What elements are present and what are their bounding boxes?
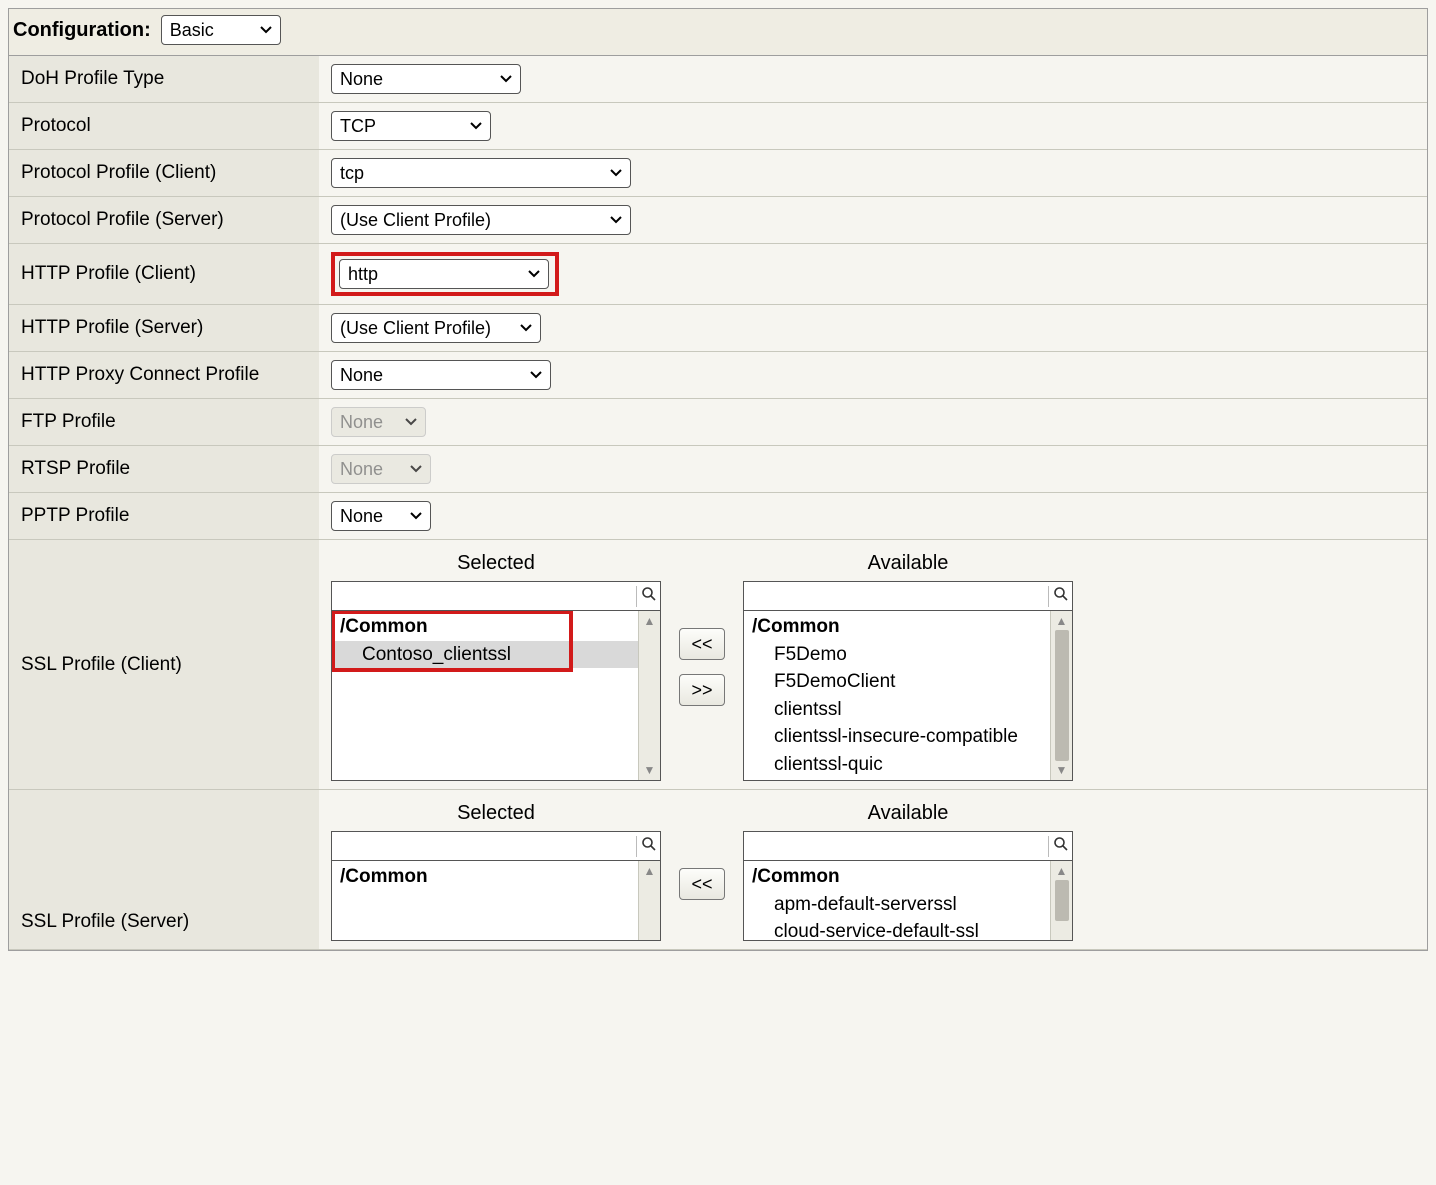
scrollbar[interactable]: ▲ ▼	[638, 861, 660, 940]
chevron-up-icon[interactable]: ▲	[1056, 614, 1068, 628]
move-left-button[interactable]: <<	[679, 868, 725, 900]
chevron-down-icon[interactable]: ▼	[1056, 763, 1068, 777]
ssl-server-available-list[interactable]: /Common apm-default-serverssl cloud-serv…	[743, 861, 1073, 941]
chevron-up-icon[interactable]: ▲	[1056, 864, 1068, 878]
rtsp-profile-select: None	[331, 454, 431, 484]
http-profile-client-highlight: http	[331, 252, 559, 296]
chevron-up-icon[interactable]: ▲	[644, 864, 656, 878]
configuration-mode-select[interactable]: Basic	[161, 15, 281, 45]
ssl-profile-client-label: SSL Profile (Client)	[9, 540, 319, 790]
http-profile-server-label: HTTP Profile (Server)	[9, 305, 319, 352]
scrollbar[interactable]: ▲ ▼	[1050, 611, 1072, 780]
list-item[interactable]: clientssl	[744, 696, 1050, 724]
list-folder: /Common	[332, 861, 638, 891]
http-profile-client-label: HTTP Profile (Client)	[9, 244, 319, 305]
selected-header: Selected	[331, 798, 661, 831]
protocol-label: Protocol	[9, 103, 319, 150]
ssl-client-selected-list[interactable]: /Common Contoso_clientssl ▲ ▼	[331, 611, 661, 781]
ssl-client-available-search[interactable]	[743, 581, 1073, 611]
ssl-server-selected-list[interactable]: /Common ▲ ▼	[331, 861, 661, 941]
protocol-select[interactable]: TCP	[331, 111, 491, 141]
ssl-client-selected-search[interactable]	[331, 581, 661, 611]
scrollbar[interactable]: ▲ ▼	[638, 611, 660, 780]
http-proxy-connect-label: HTTP Proxy Connect Profile	[9, 352, 319, 399]
ssl-client-available-search-input[interactable]	[744, 586, 1048, 607]
ssl-server-selected-search-input[interactable]	[332, 836, 636, 857]
list-item[interactable]: apm-default-serverssl	[744, 891, 1050, 919]
list-folder: /Common	[744, 861, 1050, 891]
list-item[interactable]: clientssl-insecure-compatible	[744, 723, 1050, 751]
ftp-profile-select: None	[331, 407, 426, 437]
ssl-client-dual-list: Selected /Common	[331, 548, 1415, 781]
list-item[interactable]: clientssl-secure	[744, 778, 1050, 780]
chevron-down-icon[interactable]: ▼	[644, 763, 656, 777]
list-item[interactable]: clientssl-quic	[744, 751, 1050, 779]
http-proxy-connect-select[interactable]: None	[331, 360, 551, 390]
protocol-profile-server-select[interactable]: (Use Client Profile)	[331, 205, 631, 235]
search-icon	[636, 836, 660, 857]
move-left-button[interactable]: <<	[679, 628, 725, 660]
doh-profile-type-label: DoH Profile Type	[9, 56, 319, 103]
ssl-profile-server-label: SSL Profile (Server)	[9, 790, 319, 950]
scrollbar[interactable]: ▲ ▼	[1050, 861, 1072, 940]
ssl-server-available-search[interactable]	[743, 831, 1073, 861]
http-profile-client-select[interactable]: http	[339, 259, 549, 289]
rtsp-profile-label: RTSP Profile	[9, 446, 319, 493]
list-folder: /Common	[744, 611, 1050, 641]
protocol-profile-server-label: Protocol Profile (Server)	[9, 197, 319, 244]
configuration-label: Configuration:	[13, 19, 151, 42]
doh-profile-type-select[interactable]: None	[331, 64, 521, 94]
http-profile-server-select[interactable]: (Use Client Profile)	[331, 313, 541, 343]
ssl-client-available-list[interactable]: /Common F5Demo F5DemoClient clientssl cl…	[743, 611, 1073, 781]
search-icon	[1048, 836, 1072, 857]
search-icon	[636, 586, 660, 607]
selected-header: Selected	[331, 548, 661, 581]
list-item[interactable]: Contoso_clientssl	[332, 641, 638, 669]
config-form: DoH Profile Type None Protocol TCP Proto…	[9, 56, 1427, 950]
ssl-server-selected-column: Selected /Common	[331, 798, 661, 941]
search-icon	[1048, 586, 1072, 607]
ssl-client-available-column: Available /Common F5Demo	[743, 548, 1073, 781]
ssl-client-selected-column: Selected /Common	[331, 548, 661, 781]
protocol-profile-client-label: Protocol Profile (Client)	[9, 150, 319, 197]
protocol-profile-client-select[interactable]: tcp	[331, 158, 631, 188]
list-item[interactable]: cloud-service-default-ssl	[744, 918, 1050, 940]
ssl-server-selected-search[interactable]	[331, 831, 661, 861]
chevron-up-icon[interactable]: ▲	[644, 614, 656, 628]
list-item[interactable]: F5Demo	[744, 641, 1050, 669]
ssl-server-available-column: Available /Common apm-default-se	[743, 798, 1073, 941]
ssl-server-dual-list: Selected /Common	[331, 798, 1415, 941]
list-item[interactable]: F5DemoClient	[744, 668, 1050, 696]
pptp-profile-label: PPTP Profile	[9, 493, 319, 540]
move-right-button[interactable]: >>	[679, 674, 725, 706]
configuration-bar: Configuration: Basic	[9, 9, 1427, 56]
ssl-server-transfer-buttons: <<	[679, 868, 725, 900]
ftp-profile-label: FTP Profile	[9, 399, 319, 446]
ssl-client-transfer-buttons: << >>	[679, 628, 725, 706]
list-folder: /Common	[332, 611, 638, 641]
ssl-client-selected-search-input[interactable]	[332, 586, 636, 607]
available-header: Available	[743, 548, 1073, 581]
available-header: Available	[743, 798, 1073, 831]
ssl-server-available-search-input[interactable]	[744, 836, 1048, 857]
pptp-profile-select[interactable]: None	[331, 501, 431, 531]
